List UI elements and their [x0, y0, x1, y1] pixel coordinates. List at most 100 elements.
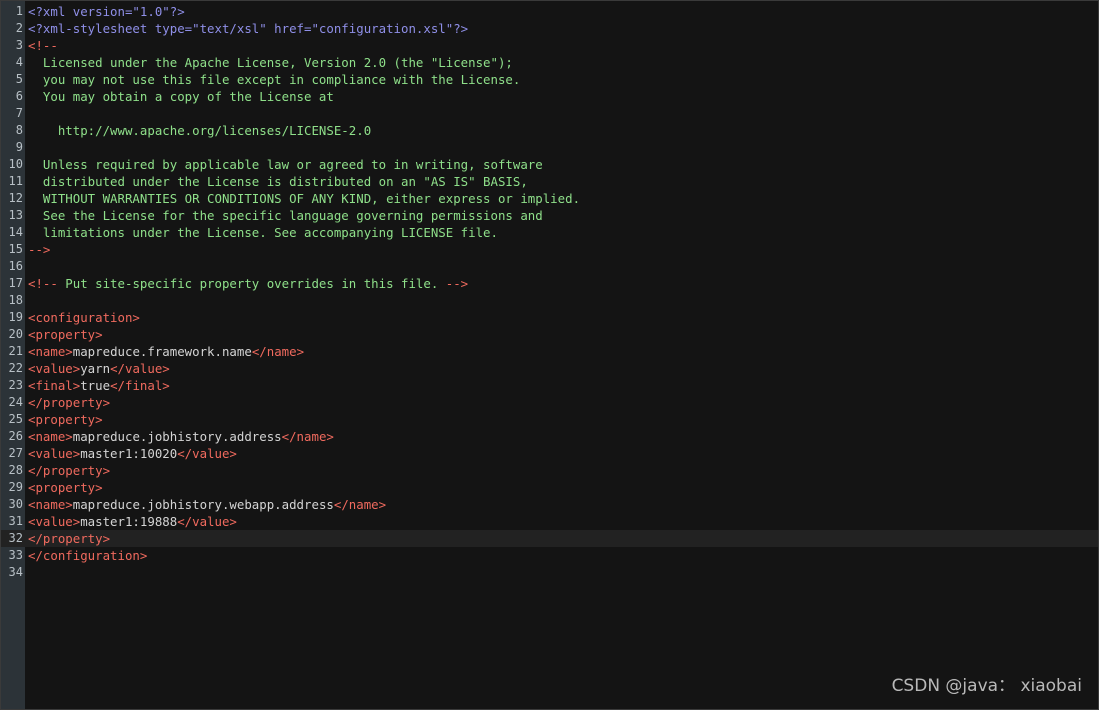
token-tag: <value> [28, 446, 81, 461]
line-content: <name>mapreduce.jobhistory.address</name… [28, 428, 1098, 445]
line-number: 3 [15, 38, 23, 52]
line-number: 34 [8, 565, 23, 579]
token-txt: mapreduce.jobhistory.address [72, 429, 282, 444]
token-pi: <?xml version="1.0"?> [28, 4, 185, 19]
line-number: 20 [8, 327, 23, 341]
token-tag: </name> [251, 344, 305, 359]
code-line[interactable]: 30 <name>mapreduce.jobhistory.webapp.addr… [1, 496, 1098, 513]
line-number: 14 [8, 225, 23, 239]
code-line[interactable]: 8 http://www.apache.org/licenses/LICENSE… [1, 122, 1098, 139]
token-ct: WITHOUT WARRANTIES OR CONDITIONS OF ANY … [28, 191, 581, 206]
line-number: 9 [15, 140, 23, 154]
code-line[interactable]: 33 </configuration> [1, 547, 1098, 564]
line-number: 1 [15, 4, 23, 18]
code-line[interactable]: 4 Licensed under the Apache License, Ver… [1, 54, 1098, 71]
token-tag: <name> [28, 429, 73, 444]
token-ct: limitations under the License. See accom… [28, 225, 498, 240]
line-content: <?xml version="1.0"?> [28, 3, 1098, 20]
line-content: <value>master1:10020</value> [28, 445, 1098, 462]
line-content: </property> [28, 530, 1098, 547]
token-tag: <value> [28, 361, 81, 376]
line-content: Unless required by applicable law or agr… [28, 156, 1098, 173]
line-number: 23 [8, 378, 23, 392]
code-line[interactable]: 26 <name>mapreduce.jobhistory.address</na… [1, 428, 1098, 445]
token-ct: See the License for the specific languag… [28, 208, 543, 223]
code-line[interactable]: 32 </property> [1, 530, 1098, 547]
code-line[interactable]: 6 You may obtain a copy of the License a… [1, 88, 1098, 105]
token-txt: true [80, 378, 111, 393]
line-content: <name>mapreduce.jobhistory.webapp.addres… [28, 496, 1098, 513]
token-tag: </property> [28, 395, 111, 410]
token-cm: --> [445, 276, 469, 291]
line-number: 18 [8, 293, 23, 307]
code-line[interactable]: 9 [1, 139, 1098, 156]
code-editor[interactable]: 1 <?xml version="1.0"?> 2 <?xml-stylesheet … [0, 0, 1099, 710]
code-line[interactable]: 23 <final>true</final> [1, 377, 1098, 394]
code-line[interactable]: 3 <!-- [1, 37, 1098, 54]
token-txt: mapreduce.framework.name [72, 344, 252, 359]
code-line[interactable]: 34 [1, 564, 1098, 581]
line-content: <!-- [28, 37, 1098, 54]
token-ct: You may obtain a copy of the License at [28, 89, 334, 104]
code-line[interactable]: 10 Unless required by applicable law or … [1, 156, 1098, 173]
code-line[interactable]: 15 --> [1, 241, 1098, 258]
code-line[interactable]: 16 [1, 258, 1098, 275]
code-line[interactable]: 25 <property> [1, 411, 1098, 428]
token-tag: </property> [28, 531, 111, 546]
code-line[interactable]: 14 limitations under the License. See ac… [1, 224, 1098, 241]
code-line[interactable]: 17 <!-- Put site-specific property overri… [1, 275, 1098, 292]
token-ct: Unless required by applicable law or agr… [28, 157, 543, 172]
line-content: <configuration> [28, 309, 1098, 326]
token-cm: --> [28, 242, 51, 257]
line-number: 6 [15, 89, 23, 103]
code-lines[interactable]: 1 <?xml version="1.0"?> 2 <?xml-stylesheet … [1, 3, 1098, 581]
code-line[interactable]: 11 distributed under the License is dist… [1, 173, 1098, 190]
line-content: you may not use this file except in comp… [28, 71, 1098, 88]
token-tag: <final> [28, 378, 81, 393]
line-number: 17 [8, 276, 23, 290]
line-number: 8 [15, 123, 23, 137]
line-number: 30 [8, 497, 23, 511]
code-line[interactable]: 18 [1, 292, 1098, 309]
code-line[interactable]: 21 <name>mapreduce.framework.name</name> [1, 343, 1098, 360]
line-number: 12 [8, 191, 23, 205]
code-line[interactable]: 5 you may not use this file except in co… [1, 71, 1098, 88]
line-number: 22 [8, 361, 23, 375]
code-line[interactable]: 20 <property> [1, 326, 1098, 343]
line-number: 10 [8, 157, 23, 171]
line-content: </configuration> [28, 547, 1098, 564]
line-content: http://www.apache.org/licenses/LICENSE-2… [28, 122, 1098, 139]
code-line[interactable]: 27 <value>master1:10020</value> [1, 445, 1098, 462]
line-number: 33 [8, 548, 23, 562]
code-line[interactable]: 2 <?xml-stylesheet type="text/xsl" href="… [1, 20, 1098, 37]
token-tag: <name> [28, 497, 73, 512]
line-number: 16 [8, 259, 23, 273]
code-line[interactable]: 22 <value>yarn</value> [1, 360, 1098, 377]
code-line[interactable]: 1 <?xml version="1.0"?> [1, 3, 1098, 20]
token-tag: </value> [177, 514, 237, 529]
code-line[interactable]: 13 See the License for the specific lang… [1, 207, 1098, 224]
line-number: 29 [8, 480, 23, 494]
code-line[interactable]: 24 </property> [1, 394, 1098, 411]
code-line[interactable]: 29 <property> [1, 479, 1098, 496]
token-tag: <value> [28, 514, 81, 529]
token-pi: <?xml-stylesheet type="text/xsl" href="c… [28, 21, 469, 36]
code-line[interactable]: 7 [1, 105, 1098, 122]
line-number: 25 [8, 412, 23, 426]
line-content: </property> [28, 462, 1098, 479]
line-content: <value>master1:19888</value> [28, 513, 1098, 530]
line-content: <value>yarn</value> [28, 360, 1098, 377]
token-cm: <!-- [28, 38, 58, 53]
token-tag: </name> [333, 497, 387, 512]
code-line[interactable]: 31 <value>master1:19888</value> [1, 513, 1098, 530]
code-line[interactable]: 19 <configuration> [1, 309, 1098, 326]
token-cm: <!-- [28, 276, 58, 291]
code-line[interactable]: 12 WITHOUT WARRANTIES OR CONDITIONS OF A… [1, 190, 1098, 207]
line-content: limitations under the License. See accom… [28, 224, 1098, 241]
line-content: --> [28, 241, 1098, 258]
code-line[interactable]: 28 </property> [1, 462, 1098, 479]
token-tag: </value> [177, 446, 237, 461]
line-number: 26 [8, 429, 23, 443]
line-content: <property> [28, 479, 1098, 496]
token-ct: http://www.apache.org/licenses/LICENSE-2… [28, 123, 372, 138]
